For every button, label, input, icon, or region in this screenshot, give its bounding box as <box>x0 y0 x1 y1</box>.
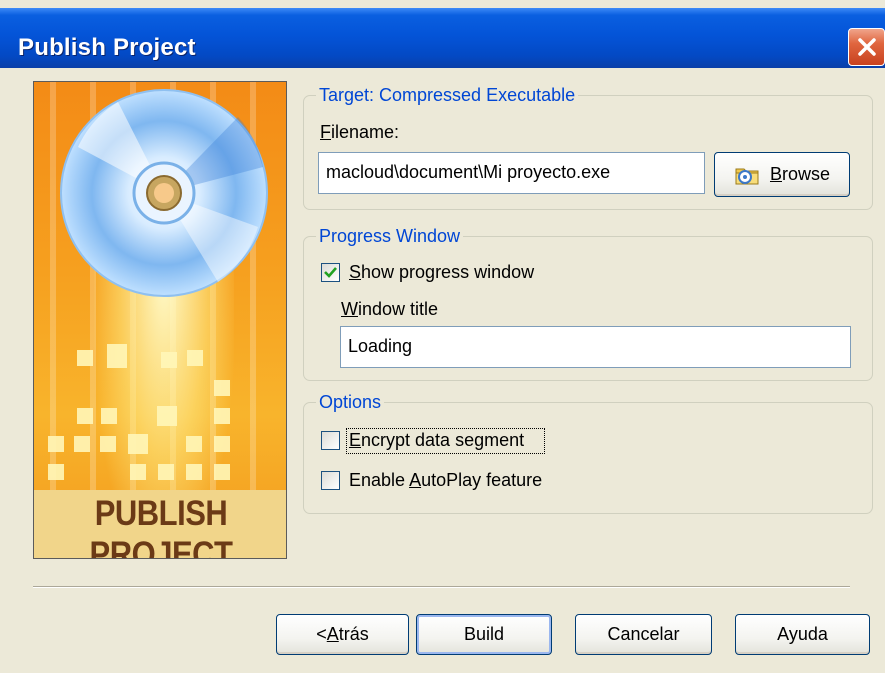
options-group <box>303 402 873 514</box>
browse-label: Browse <box>769 164 831 184</box>
close-icon <box>858 38 876 56</box>
encrypt-checkbox[interactable] <box>321 431 340 450</box>
cancel-button[interactable]: Cancelar <box>575 614 712 655</box>
options-group-title: Options <box>316 392 385 413</box>
publish-project-dialog: Publish Project PUBLISH PROJECT Target: … <box>0 0 885 673</box>
cd-disc-icon <box>60 89 268 297</box>
show-progress-checkbox[interactable] <box>321 263 340 282</box>
filename-input[interactable]: macloud\document\Mi proyecto.exe <box>318 152 705 194</box>
window-title-input[interactable]: Loading <box>340 326 851 368</box>
window-title: Publish Project <box>18 34 196 61</box>
target-group-title: Target: Compressed Executable <box>316 85 579 106</box>
filename-label: Filename: <box>320 122 400 142</box>
back-button[interactable]: < Atrás <box>276 614 409 655</box>
autoplay-label[interactable]: Enable AutoPlay feature <box>349 470 542 491</box>
help-button[interactable]: Ayuda <box>735 614 870 655</box>
title-bar[interactable]: Publish Project <box>0 8 885 68</box>
close-button[interactable] <box>848 28 885 66</box>
browse-button[interactable]: Browse <box>714 152 850 197</box>
build-button[interactable]: Build <box>416 614 552 655</box>
focus-rectangle <box>346 428 545 454</box>
checkmark-icon <box>324 267 337 278</box>
button-separator <box>33 586 850 588</box>
banner-label: PUBLISH PROJECT <box>89 492 233 559</box>
window-title-label: Window title <box>341 299 439 319</box>
publish-project-banner: PUBLISH PROJECT <box>33 81 287 559</box>
show-progress-label[interactable]: Show progress window <box>349 262 534 283</box>
progress-group-title: Progress Window <box>316 226 464 247</box>
folder-icon <box>735 168 759 184</box>
autoplay-checkbox[interactable] <box>321 471 340 490</box>
